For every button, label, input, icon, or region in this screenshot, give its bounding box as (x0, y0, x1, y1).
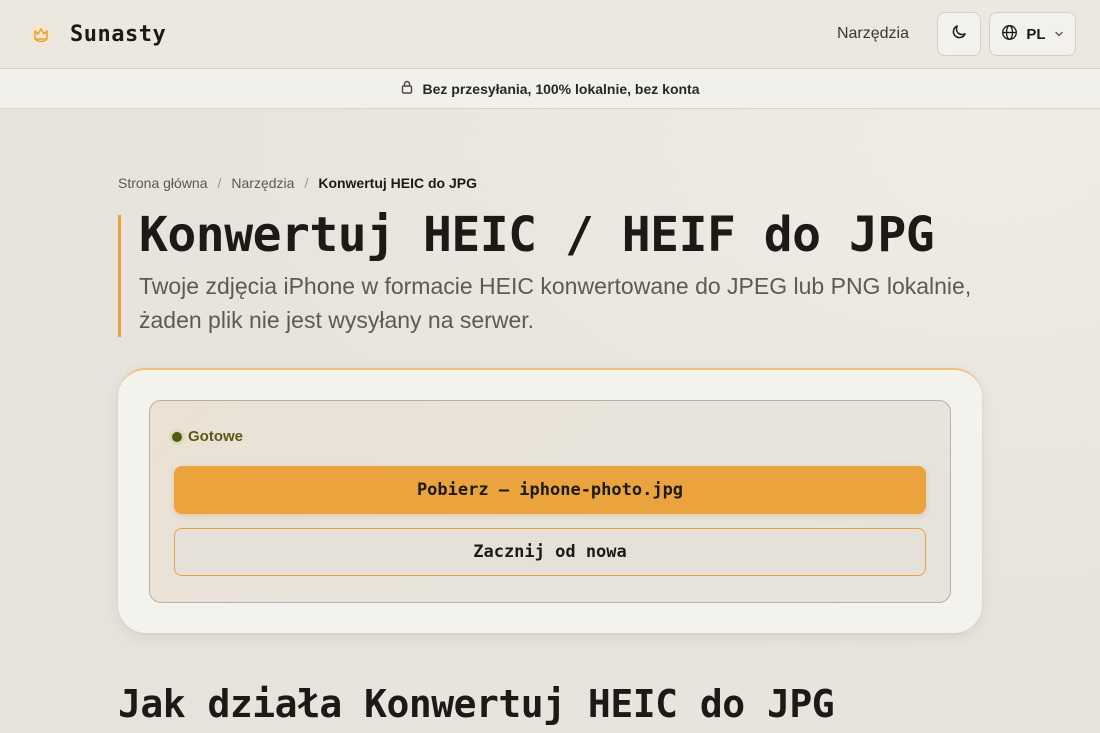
start-over-button[interactable]: Zacznij od nowa (174, 528, 926, 576)
status-dot-icon (172, 431, 182, 442)
breadcrumb: Strona główna / Narzędzia / Konwertuj HE… (118, 175, 477, 191)
globe-icon (1001, 24, 1018, 45)
privacy-banner-text: Bez przesyłania, 100% lokalnie, bez kont… (422, 80, 700, 97)
status-badge: Gotowe (172, 428, 243, 445)
language-label: PL (1026, 25, 1046, 43)
nav-link-tools[interactable]: Narzędzia (837, 25, 909, 43)
breadcrumb-home[interactable]: Strona główna (118, 175, 208, 191)
download-button[interactable]: Pobierz — iphone-photo.jpg (174, 466, 926, 514)
moon-icon (951, 24, 967, 45)
title-block: Konwertuj HEIC / HEIF do JPG Twoje zdjęc… (118, 207, 978, 337)
page-title: Konwertuj HEIC / HEIF do JPG (139, 207, 935, 263)
breadcrumb-separator: / (304, 175, 309, 191)
header-actions: Narzędzia PL (837, 12, 1076, 56)
privacy-banner: Bez przesyłania, 100% lokalnie, bez kont… (0, 68, 1100, 109)
page-subtitle: Twoje zdjęcia iPhone w formacie HEIC kon… (139, 273, 972, 333)
brand[interactable]: Sunasty (26, 19, 166, 49)
how-it-works-heading: Jak działa Konwertuj HEIC do JPG (118, 682, 835, 726)
theme-toggle-button[interactable] (937, 12, 981, 56)
status-label: Gotowe (188, 428, 243, 445)
lock-icon (401, 80, 413, 97)
breadcrumb-tools[interactable]: Narzędzia (231, 175, 294, 191)
site-header: Sunasty Narzędzia PL (0, 0, 1100, 68)
language-selector[interactable]: PL (989, 12, 1076, 56)
breadcrumb-current: Konwertuj HEIC do JPG (318, 175, 478, 191)
result-panel: Gotowe Pobierz — iphone-photo.jpg Zaczni… (149, 400, 951, 603)
converter-card: Gotowe Pobierz — iphone-photo.jpg Zaczni… (118, 368, 982, 633)
page: Sunasty Narzędzia PL Bez przesyłania, 10… (0, 0, 1100, 733)
brand-name: Sunasty (70, 21, 167, 47)
chevron-down-icon (1054, 26, 1064, 43)
breadcrumb-separator: / (217, 175, 222, 191)
cat-logo-icon (26, 19, 56, 49)
